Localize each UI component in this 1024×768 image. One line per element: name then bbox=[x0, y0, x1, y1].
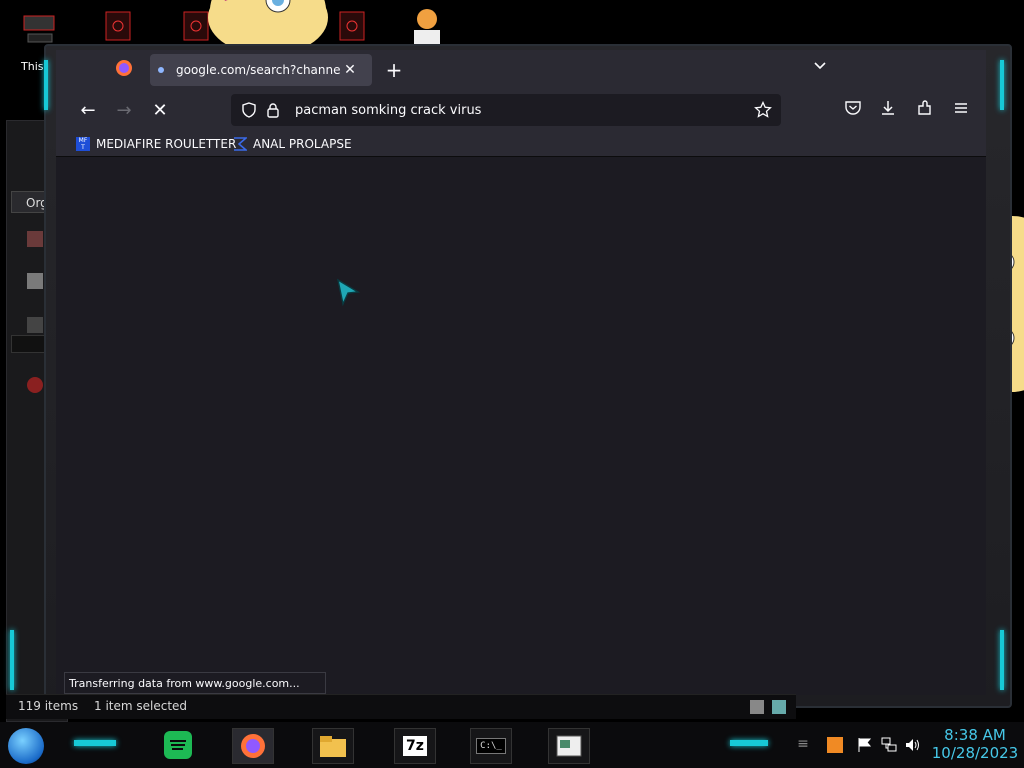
cursor-icon bbox=[336, 278, 361, 307]
desktop-shortcut-icon[interactable] bbox=[408, 6, 448, 46]
tab-title: google.com/search?channel=fs bbox=[176, 63, 341, 77]
firefox-icon bbox=[241, 734, 265, 758]
star-icon[interactable] bbox=[753, 100, 773, 120]
navigation-toolbar: ← → ✕ pacman somking crack virus bbox=[56, 90, 986, 132]
taskbar-7zip[interactable]: 7z bbox=[394, 728, 436, 764]
computer-icon bbox=[23, 15, 55, 43]
bookmark-label: MEDIAFIRE ROULETTER bbox=[96, 137, 237, 151]
window-app-icon bbox=[556, 735, 582, 757]
seven-zip-icon: 7z bbox=[403, 736, 427, 756]
firefox-view-button[interactable] bbox=[114, 58, 134, 78]
network-icon bbox=[881, 737, 897, 752]
explorer-nav-item[interactable] bbox=[27, 273, 43, 289]
tab-bar: google.com/search?channel=fs ✕ + bbox=[56, 50, 986, 90]
page-content-area[interactable] bbox=[64, 158, 984, 693]
new-tab-button[interactable]: + bbox=[382, 58, 406, 82]
hamburger-menu-icon bbox=[955, 103, 967, 113]
explorer-nav-item[interactable] bbox=[27, 377, 43, 393]
tab-google-search[interactable]: google.com/search?channel=fs ✕ bbox=[150, 54, 372, 86]
url-bar[interactable]: pacman somking crack virus bbox=[231, 94, 781, 126]
action-center-icon[interactable] bbox=[856, 736, 874, 754]
url-text[interactable]: pacman somking crack virus bbox=[295, 103, 745, 118]
extensions-icon bbox=[918, 100, 931, 115]
taskbar: 7z C:\_ ≡ 8:38 AM 10/28/2023 bbox=[0, 722, 1024, 768]
downloads-button[interactable] bbox=[876, 99, 900, 123]
taskbar-command-prompt[interactable]: C:\_ bbox=[470, 728, 512, 764]
speaker-icon bbox=[906, 739, 919, 751]
selection-count: 1 item selected bbox=[94, 699, 188, 713]
list-all-tabs-button[interactable] bbox=[810, 58, 830, 78]
flag-icon bbox=[858, 738, 872, 752]
frame-accent bbox=[10, 630, 14, 690]
mediafire-icon: MF T bbox=[76, 137, 90, 151]
taskbar-accent bbox=[74, 740, 116, 746]
volume-icon[interactable] bbox=[904, 736, 922, 754]
folder-icon bbox=[320, 736, 346, 757]
pocket-button[interactable] bbox=[841, 99, 865, 123]
app-tray-icon bbox=[827, 737, 843, 753]
chevron-down-icon bbox=[814, 62, 826, 70]
app-icon bbox=[183, 11, 209, 41]
forward-button[interactable]: → bbox=[112, 99, 136, 123]
taskbar-accent bbox=[730, 740, 768, 746]
download-icon bbox=[882, 101, 894, 115]
taskbar-file-explorer[interactable] bbox=[312, 728, 354, 764]
app-icon bbox=[105, 11, 131, 41]
clock-time: 8:38 AM bbox=[944, 726, 1006, 744]
explorer-nav-item[interactable] bbox=[27, 317, 43, 333]
spotify-icon bbox=[164, 731, 192, 759]
user-icon bbox=[414, 9, 440, 46]
lock-icon[interactable] bbox=[263, 100, 283, 120]
system-clock[interactable]: 8:38 AM 10/28/2023 bbox=[928, 726, 1022, 762]
frame-accent bbox=[1000, 630, 1004, 690]
details-view-icon[interactable] bbox=[750, 700, 764, 714]
explorer-status-bar: 119 items 1 item selected bbox=[6, 694, 796, 719]
clock-date: 10/28/2023 bbox=[931, 744, 1019, 762]
items-count: 119 items bbox=[18, 699, 79, 713]
firefox-window[interactable]: google.com/search?channel=fs ✕ + ← → ✕ p… bbox=[56, 50, 986, 695]
mouse-cursor bbox=[336, 278, 361, 307]
sigma-icon bbox=[233, 137, 249, 151]
network-icon[interactable] bbox=[880, 736, 898, 754]
tray-app-icon[interactable] bbox=[826, 736, 844, 754]
large-icons-view-icon[interactable] bbox=[772, 700, 786, 714]
status-panel: Transferring data from www.google.com... bbox=[64, 672, 326, 694]
frame-accent bbox=[1000, 60, 1004, 110]
taskbar-app[interactable] bbox=[548, 728, 590, 764]
bookmarks-toolbar: MF T MEDIAFIRE ROULETTER ANAL PROLAPSE bbox=[56, 132, 986, 157]
cmd-icon: C:\_ bbox=[476, 738, 506, 754]
tracking-protection-icon[interactable] bbox=[239, 100, 259, 120]
stop-button[interactable]: ✕ bbox=[148, 99, 172, 123]
pocket-icon bbox=[845, 101, 861, 115]
back-button[interactable]: ← bbox=[76, 99, 100, 123]
explorer-nav-item[interactable] bbox=[27, 231, 43, 247]
taskbar-firefox[interactable] bbox=[232, 728, 274, 764]
close-tab-icon[interactable]: ✕ bbox=[341, 62, 359, 78]
show-hidden-icons-button[interactable]: ≡ bbox=[794, 736, 812, 754]
bookmark-second[interactable]: ANAL PROLAPSE bbox=[233, 135, 352, 153]
app-icon bbox=[339, 11, 365, 41]
bookmark-mediafire-rouletter[interactable]: MF T MEDIAFIRE ROULETTER bbox=[76, 135, 236, 153]
desktop-icon-label: This bbox=[21, 60, 44, 73]
firefox-icon bbox=[116, 60, 132, 76]
start-button[interactable] bbox=[8, 728, 44, 764]
extensions-button[interactable] bbox=[913, 99, 937, 123]
frame-accent bbox=[44, 60, 48, 110]
app-menu-button[interactable] bbox=[949, 99, 973, 123]
loading-icon bbox=[158, 67, 164, 73]
taskbar-spotify[interactable] bbox=[158, 728, 198, 762]
bookmark-label: ANAL PROLAPSE bbox=[253, 137, 352, 151]
